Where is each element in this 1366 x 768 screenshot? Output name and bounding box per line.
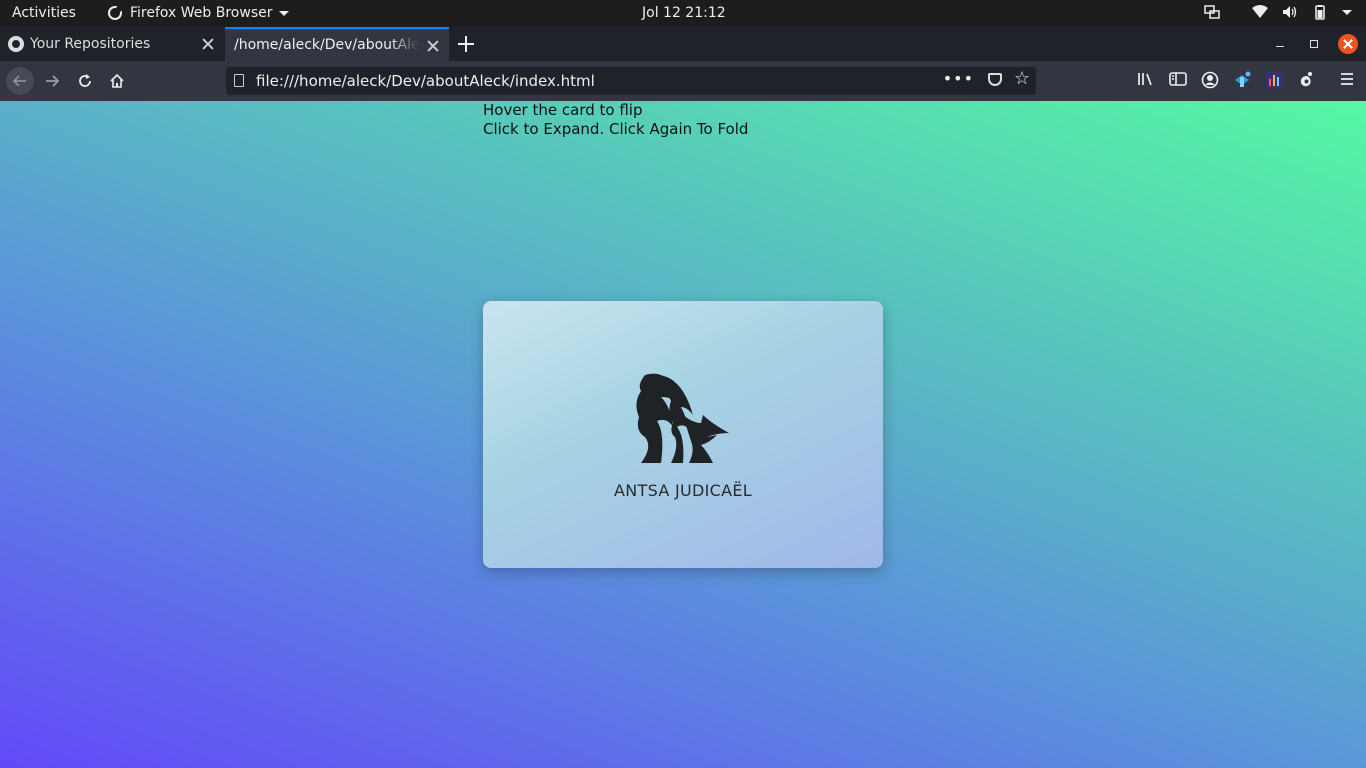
firefox-icon xyxy=(108,6,122,20)
close-window-button[interactable] xyxy=(1338,34,1358,54)
hint-line-2: Click to Expand. Click Again To Fold xyxy=(483,120,749,138)
system-top-bar: Activities Firefox Web Browser Jol 12 21… xyxy=(0,0,1366,27)
gnome-extension-icon[interactable] xyxy=(1296,71,1316,91)
page-content: Hover the card to flip Click to Expand. … xyxy=(0,101,1366,768)
stats-extension-icon[interactable] xyxy=(1264,71,1284,91)
maximize-button[interactable] xyxy=(1304,34,1324,54)
app-menu-label: Firefox Web Browser xyxy=(130,5,273,21)
extension-icon[interactable] xyxy=(1232,71,1252,91)
minimize-button[interactable] xyxy=(1270,34,1290,54)
hint-line-1: Hover the card to flip xyxy=(483,101,643,119)
tab-title: Your Repositories xyxy=(30,36,151,52)
account-icon[interactable] xyxy=(1200,71,1220,91)
profile-card[interactable]: ANTSA JUDICAËL xyxy=(483,301,883,568)
new-tab-button[interactable] xyxy=(456,34,476,54)
tab-strip: Your Repositories /home/aleck/Dev/aboutA… xyxy=(0,27,1366,61)
logo-icon xyxy=(636,373,729,463)
page-icon xyxy=(234,74,244,87)
bookmark-star-icon[interactable]: ☆ xyxy=(1014,68,1030,89)
wifi-icon[interactable] xyxy=(1252,4,1268,20)
card-name: ANTSA JUDICAËL xyxy=(614,481,752,500)
volume-icon[interactable] xyxy=(1282,4,1298,20)
activities-button[interactable]: Activities xyxy=(12,5,76,21)
github-icon xyxy=(8,36,24,52)
address-bar[interactable]: file:///home/aleck/Dev/aboutAleck/index.… xyxy=(226,67,1036,95)
system-tray[interactable] xyxy=(1204,4,1352,20)
system-menu-caret-icon[interactable] xyxy=(1342,4,1352,20)
forward-button[interactable] xyxy=(38,67,66,95)
caret-down-icon xyxy=(278,10,289,16)
home-button[interactable] xyxy=(103,67,131,95)
tab-your-repositories[interactable]: Your Repositories xyxy=(0,27,224,61)
screen-share-icon[interactable] xyxy=(1204,4,1220,20)
navigation-toolbar: file:///home/aleck/Dev/aboutAleck/index.… xyxy=(0,61,1366,101)
close-tab-icon[interactable] xyxy=(425,38,441,54)
reload-button[interactable] xyxy=(71,67,99,95)
library-icon[interactable] xyxy=(1136,71,1156,91)
pocket-icon[interactable] xyxy=(988,73,1002,86)
page-actions-more-icon[interactable]: ••• xyxy=(943,69,974,88)
hamburger-menu-icon[interactable] xyxy=(1337,71,1357,91)
close-tab-icon[interactable] xyxy=(200,36,216,52)
tab-title: /home/aleck/Dev/aboutAleck xyxy=(234,37,419,53)
url-text[interactable]: file:///home/aleck/Dev/aboutAleck/index.… xyxy=(256,72,595,90)
back-button[interactable] xyxy=(6,67,34,95)
clock[interactable]: Jol 12 21:12 xyxy=(642,5,726,21)
tab-about-aleck[interactable]: /home/aleck/Dev/aboutAleck xyxy=(225,27,449,61)
app-menu[interactable]: Firefox Web Browser xyxy=(108,5,289,21)
battery-icon[interactable] xyxy=(1312,4,1328,20)
instructions: Hover the card to flip Click to Expand. … xyxy=(483,101,748,139)
sidebar-icon[interactable] xyxy=(1168,71,1188,91)
